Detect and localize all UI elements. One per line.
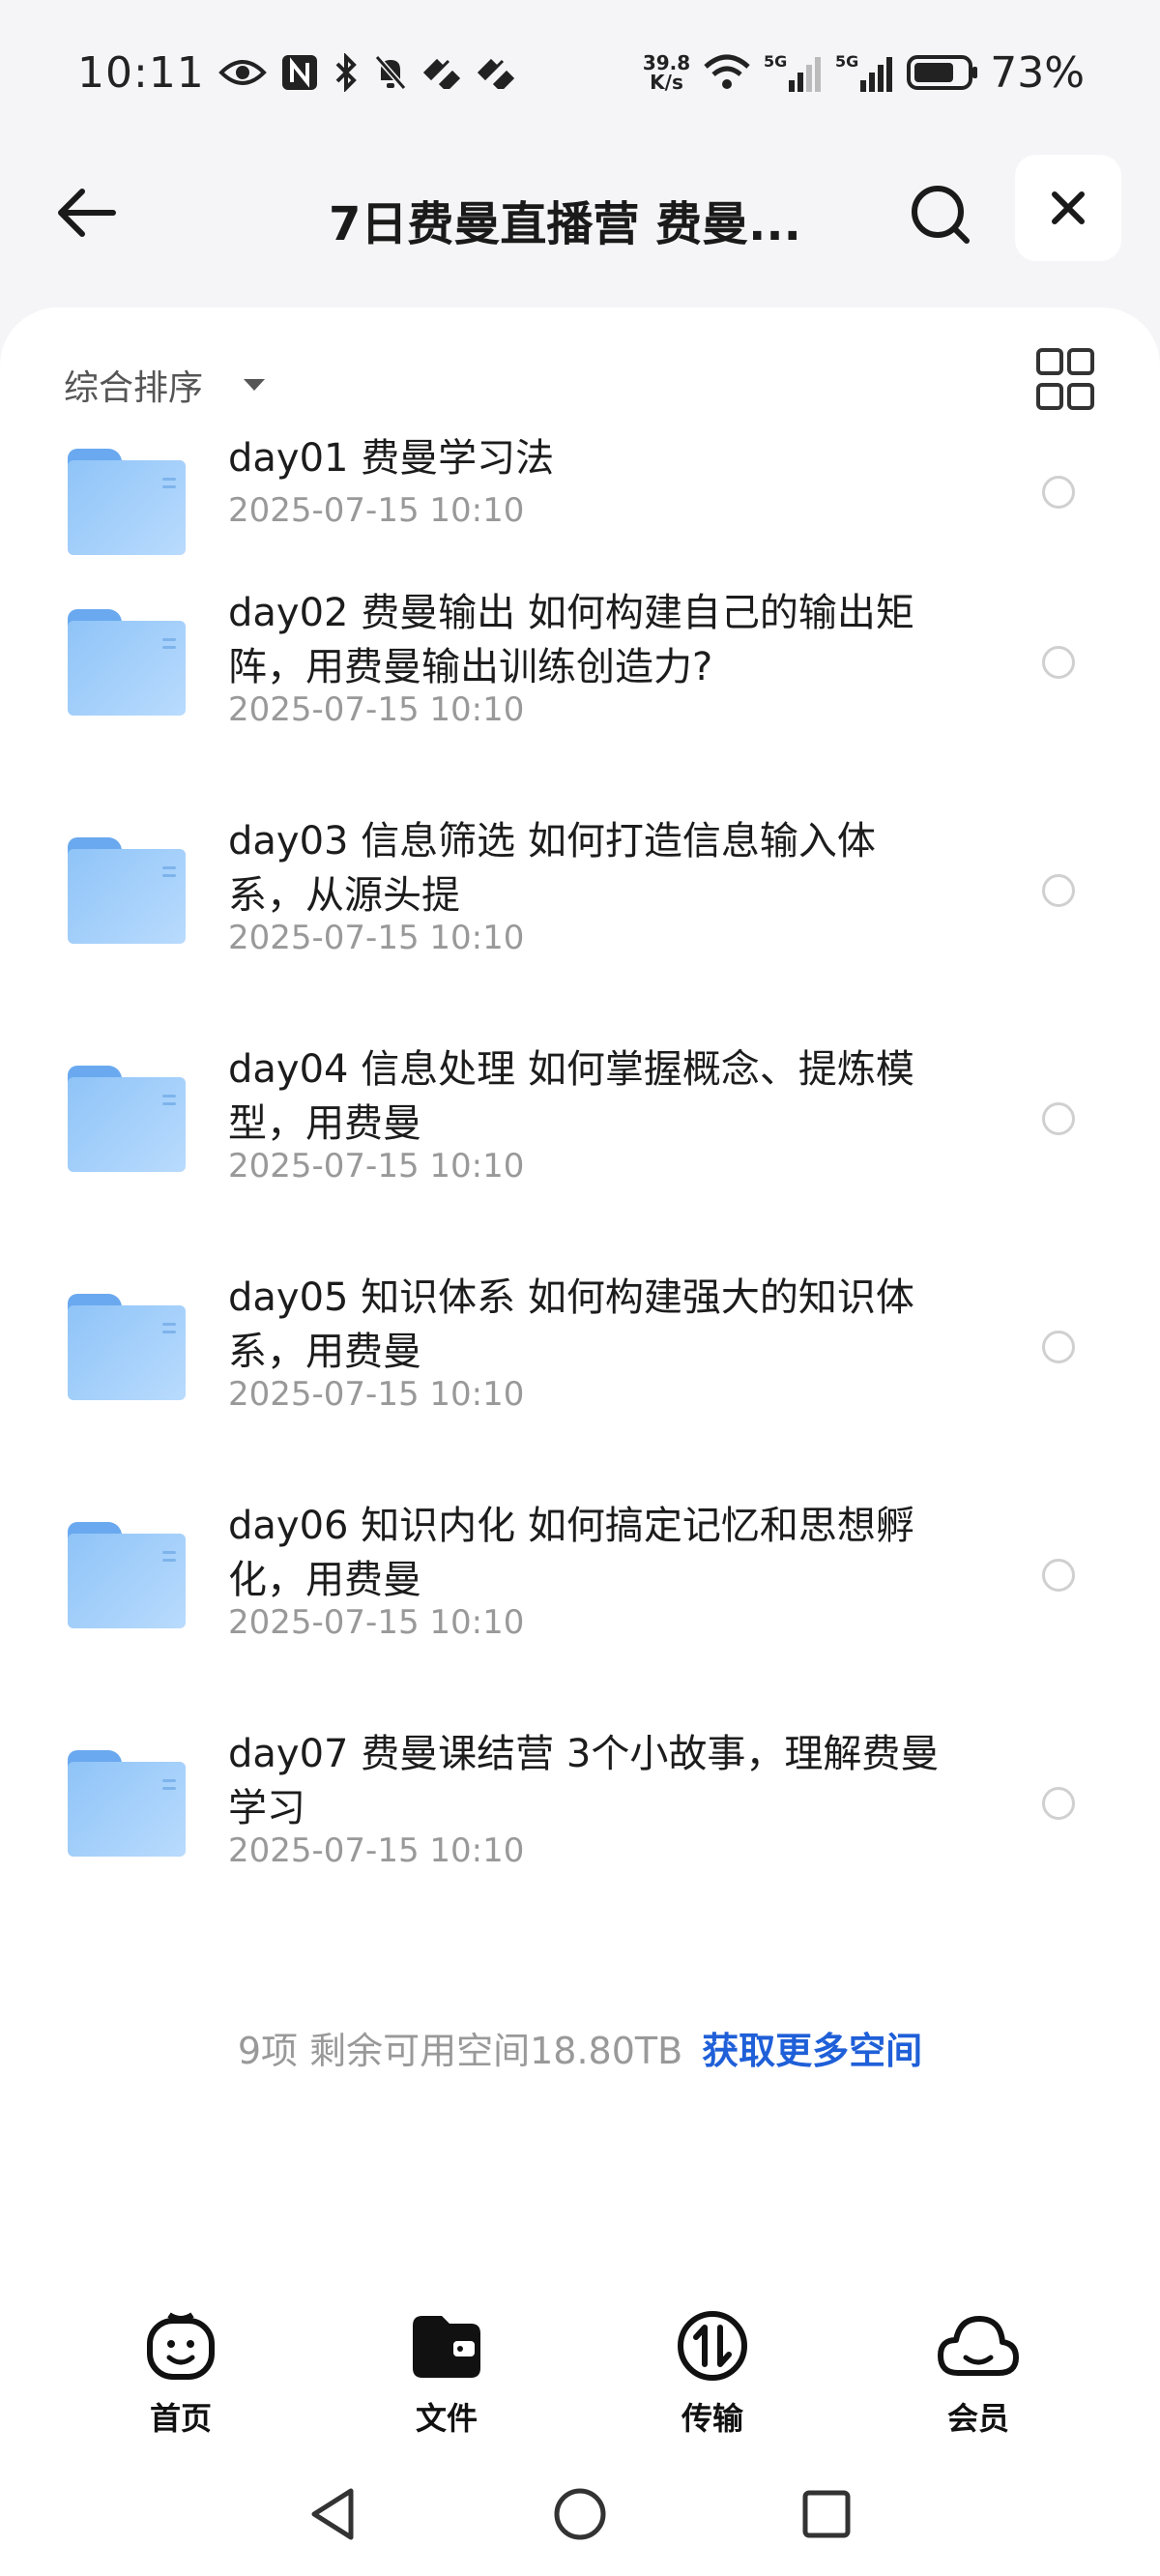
- transfer-icon: [635, 2301, 790, 2390]
- list-item[interactable]: day07 费曼课结营 3个小故事，理解费曼学习 2025-07-15 10:1…: [0, 1732, 1160, 1976]
- storage-info: 9项 剩余可用空间18.80TB 获取更多空间: [0, 2021, 1160, 2074]
- tab-files-label: 文件: [415, 2400, 478, 2437]
- file-name: day06 知识内化 如何搞定记忆和思想孵化，用费曼: [228, 1504, 914, 1602]
- folder-icon: [68, 1066, 186, 1172]
- select-radio[interactable]: [1042, 646, 1075, 679]
- file-name: day01 费曼学习法: [228, 436, 555, 481]
- grid-view-icon[interactable]: [1036, 348, 1094, 410]
- file-list: day01 费曼学习法 2025-07-15 10:10 day02 费曼输出 …: [0, 436, 1160, 1976]
- tab-transfer-label: 传输: [681, 2400, 743, 2437]
- eye-icon: [218, 56, 267, 89]
- status-bar: 10:11 39.8 K/s 5G 5G 73%: [0, 0, 1160, 145]
- get-more-space-link[interactable]: 获取更多空间: [702, 2030, 922, 2072]
- list-item[interactable]: day02 费曼输出 如何构建自己的输出矩阵，用费曼输出训练创造力? 2025-…: [0, 591, 1160, 835]
- file-date: 2025-07-15 10:10: [228, 1831, 525, 1870]
- folder-icon: [68, 449, 186, 555]
- select-radio[interactable]: [1042, 1559, 1075, 1592]
- select-radio[interactable]: [1042, 874, 1075, 907]
- select-radio[interactable]: [1042, 1331, 1075, 1363]
- file-date: 2025-07-15 10:10: [228, 1147, 525, 1186]
- file-name: day04 信息处理 如何掌握概念、提炼模型，用费曼: [228, 1047, 914, 1146]
- mute-bell-icon: [373, 53, 408, 92]
- file-name: day05 知识体系 如何构建强大的知识体系，用费曼: [228, 1275, 914, 1374]
- battery-percentage: 73%: [990, 47, 1085, 98]
- file-name: day02 费曼输出 如何构建自己的输出矩阵，用费曼输出训练创造力?: [228, 591, 914, 689]
- network-speed: 39.8 K/s: [643, 53, 690, 92]
- file-sheet: 综合排序 day01 费曼学习法 2025-07-15 10:10 day02 …: [0, 307, 1160, 2576]
- file-date: 2025-07-15 10:10: [228, 919, 525, 957]
- tab-member-label: 会员: [946, 2400, 1009, 2437]
- search-button[interactable]: [904, 178, 977, 251]
- system-recents-icon[interactable]: [788, 2475, 865, 2553]
- search-icon: [912, 186, 970, 244]
- file-name: day07 费曼课结营 3个小故事，理解费曼学习: [228, 1732, 940, 1830]
- bottom-navigation: 首页 文件 传输 会员: [0, 2301, 1160, 2446]
- folder-icon: [68, 1750, 186, 1857]
- app-notification-icon: [421, 56, 462, 89]
- close-button[interactable]: [1015, 155, 1121, 261]
- tab-home[interactable]: 首页: [103, 2301, 258, 2439]
- arrow-left-icon: [58, 189, 116, 237]
- battery-icon: [907, 53, 978, 92]
- list-item[interactable]: day03 信息筛选 如何打造信息输入体系，从源头提 2025-07-15 10…: [0, 819, 1160, 1064]
- app-header: 7日费曼直播营 费曼...: [0, 155, 1160, 271]
- status-right: 39.8 K/s 5G 5G 73%: [643, 48, 1085, 98]
- back-button[interactable]: [50, 184, 120, 242]
- tab-home-label: 首页: [149, 2400, 212, 2437]
- folder-icon: [68, 1522, 186, 1628]
- status-left: 10:11: [77, 48, 516, 98]
- select-radio[interactable]: [1042, 1787, 1075, 1820]
- signal-sim2-icon: 5G: [835, 51, 895, 94]
- svg-text:5G: 5G: [764, 52, 787, 71]
- svg-text:5G: 5G: [835, 52, 858, 71]
- sort-toolbar: 综合排序: [0, 344, 1160, 422]
- list-item[interactable]: day04 信息处理 如何掌握概念、提炼模型，用费曼 2025-07-15 10…: [0, 1047, 1160, 1292]
- folder-icon: [68, 837, 186, 944]
- clock: 10:11: [77, 47, 205, 98]
- folder-icon: [68, 609, 186, 716]
- nfc-icon: [280, 53, 319, 92]
- bluetooth-icon: [333, 53, 360, 92]
- tab-files[interactable]: 文件: [369, 2301, 524, 2439]
- select-radio[interactable]: [1042, 476, 1075, 509]
- caret-down-icon[interactable]: [244, 379, 265, 391]
- smile-home-icon: [103, 2301, 258, 2390]
- sort-dropdown[interactable]: 综合排序: [64, 360, 203, 410]
- net-speed-value: 39.8: [642, 51, 691, 74]
- cloud-member-icon: [901, 2301, 1056, 2390]
- wifi-icon: [702, 53, 752, 92]
- system-navigation-bar: [0, 2475, 1160, 2553]
- app-notification-icon-2: [476, 56, 516, 89]
- file-name: day03 信息筛选 如何打造信息输入体系，从源头提: [228, 819, 876, 918]
- list-item[interactable]: day01 费曼学习法 2025-07-15 10:10: [0, 436, 1160, 607]
- file-date: 2025-07-15 10:10: [228, 1375, 525, 1414]
- list-item[interactable]: day06 知识内化 如何搞定记忆和思想孵化，用费曼 2025-07-15 10…: [0, 1504, 1160, 1748]
- item-count-storage: 9项 剩余可用空间18.80TB: [237, 2030, 683, 2072]
- system-home-icon[interactable]: [541, 2475, 619, 2553]
- select-radio[interactable]: [1042, 1102, 1075, 1135]
- file-date: 2025-07-15 10:10: [228, 491, 525, 530]
- net-speed-unit: K/s: [650, 71, 683, 94]
- folder-icon: [68, 1294, 186, 1400]
- tab-transfer[interactable]: 传输: [635, 2301, 790, 2439]
- signal-sim1-icon: 5G: [764, 51, 824, 94]
- close-icon: [1052, 191, 1085, 224]
- system-back-icon[interactable]: [295, 2475, 372, 2553]
- file-date: 2025-07-15 10:10: [228, 690, 525, 729]
- tab-member[interactable]: 会员: [901, 2301, 1056, 2439]
- list-item[interactable]: day05 知识体系 如何构建强大的知识体系，用费曼 2025-07-15 10…: [0, 1275, 1160, 1520]
- folder-files-icon: [369, 2301, 524, 2390]
- page-title: 7日费曼直播营 费曼...: [329, 197, 801, 251]
- file-date: 2025-07-15 10:10: [228, 1603, 525, 1642]
